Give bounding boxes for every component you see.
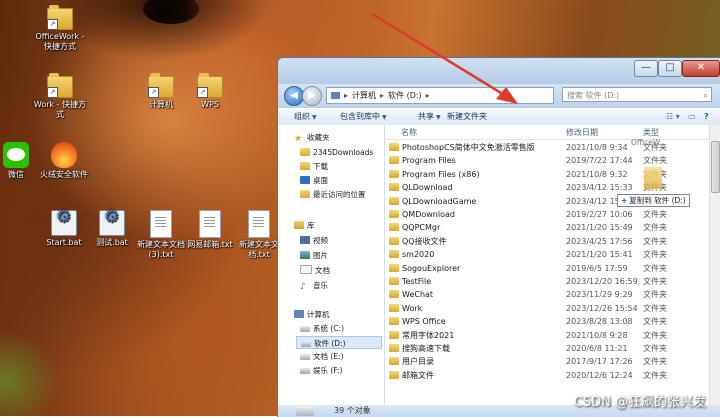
annotation-arrow-head xyxy=(496,87,518,104)
annotation-arrow xyxy=(371,12,518,104)
annotation-arrow-line xyxy=(371,12,507,98)
watermark: CSDN @狂飙的张兴发 xyxy=(573,395,706,410)
